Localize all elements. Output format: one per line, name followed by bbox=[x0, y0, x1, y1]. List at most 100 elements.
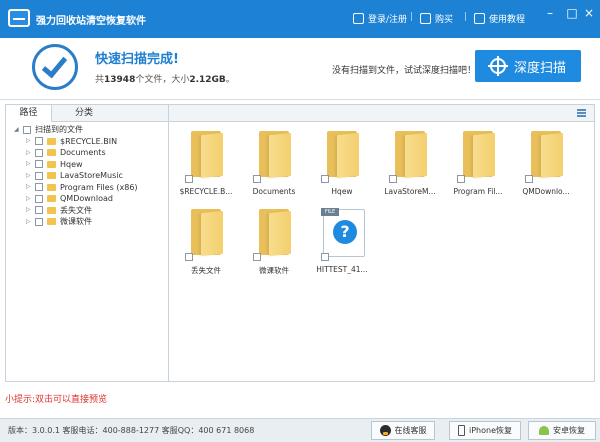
deep-scan-button[interactable]: 深度扫描 bbox=[475, 50, 581, 82]
expand-icon[interactable]: ▷ bbox=[26, 149, 32, 156]
file-label: Program Fil... bbox=[453, 187, 503, 196]
tab-path[interactable]: 路径 bbox=[6, 105, 52, 122]
folder-icon bbox=[191, 209, 225, 257]
tree-item[interactable]: ▷ 微课软件 bbox=[6, 216, 168, 228]
maximize-button[interactable]: □ bbox=[565, 6, 579, 20]
tree-checkbox[interactable] bbox=[35, 183, 43, 192]
file-label: LavaStoreM... bbox=[384, 187, 436, 196]
close-button[interactable]: × bbox=[582, 6, 596, 20]
folder-icon bbox=[47, 206, 56, 214]
file-label: 微课软件 bbox=[259, 266, 289, 275]
minimize-button[interactable]: – bbox=[543, 6, 557, 20]
tree-checkbox[interactable] bbox=[35, 217, 43, 226]
login-register-label: 登录/注册 bbox=[368, 15, 408, 25]
folder-icon bbox=[47, 172, 56, 180]
file-label: 丢失文件 bbox=[191, 266, 221, 275]
file-checkbox[interactable] bbox=[389, 175, 397, 183]
deep-scan-hint: 没有扫描到文件，试试深度扫描吧！ bbox=[332, 66, 477, 76]
collapse-icon[interactable]: ◢ bbox=[14, 126, 20, 133]
tree-checkbox[interactable] bbox=[35, 206, 43, 215]
tree-item[interactable]: ▷ Documents bbox=[6, 147, 168, 159]
file-checkbox[interactable] bbox=[321, 175, 329, 183]
file-item[interactable]: $RECYCLE.B... bbox=[175, 131, 235, 203]
file-item[interactable]: LavaStoreM... bbox=[379, 131, 439, 203]
deep-scan-label: 深度扫描 bbox=[513, 60, 566, 76]
file-item[interactable]: QMDownlo... bbox=[515, 131, 575, 203]
tree-item-label: $RECYCLE.BIN bbox=[60, 136, 118, 146]
tree-item[interactable]: ▷ 丢失文件 bbox=[6, 205, 168, 217]
expand-icon[interactable]: ▷ bbox=[26, 184, 32, 190]
view-menu-icon[interactable] bbox=[577, 109, 586, 117]
folder-icon bbox=[259, 209, 293, 257]
login-register-link[interactable]: 登录/注册 bbox=[353, 12, 407, 25]
tree-checkbox[interactable] bbox=[35, 160, 43, 169]
expand-icon[interactable]: ▷ bbox=[26, 138, 32, 144]
cart-icon bbox=[420, 13, 431, 24]
online-service-button[interactable]: 在线客服 bbox=[371, 421, 435, 440]
tree-item[interactable]: ▷ Program Files (x86) bbox=[6, 182, 168, 194]
file-checkbox[interactable] bbox=[185, 175, 193, 183]
left-tabs: 路径 分类 bbox=[6, 105, 168, 122]
tree-item[interactable]: ▷ LavaStoreMusic bbox=[6, 170, 168, 182]
tree-checkbox[interactable] bbox=[35, 171, 43, 180]
file-item[interactable]: 微课软件 bbox=[243, 209, 303, 281]
file-item[interactable]: Hqew bbox=[311, 131, 371, 203]
expand-icon[interactable]: ▷ bbox=[26, 161, 32, 167]
file-count: 13948 bbox=[104, 75, 136, 85]
tab-category[interactable]: 分类 bbox=[61, 105, 107, 122]
expand-icon[interactable]: ▷ bbox=[26, 172, 32, 179]
buy-label: 购买 bbox=[435, 15, 454, 25]
file-checkbox[interactable] bbox=[525, 175, 533, 183]
tree-checkbox[interactable] bbox=[23, 125, 31, 134]
file-item[interactable]: 丢失文件 bbox=[175, 209, 235, 281]
online-service-label: 在线客服 bbox=[394, 426, 427, 435]
iphone-recovery-button[interactable]: iPhone恢复 bbox=[449, 421, 521, 440]
tree-item-label: QMDownload bbox=[60, 194, 113, 204]
tree-item[interactable]: ▷ QMDownload bbox=[6, 193, 168, 205]
app-title: 强力回收站清空恢复软件 bbox=[36, 16, 146, 27]
folder-icon bbox=[47, 149, 56, 157]
file-type-tag: FILE bbox=[321, 208, 339, 216]
tree-checkbox[interactable] bbox=[35, 148, 43, 157]
folder-icon bbox=[47, 195, 56, 203]
android-recovery-button[interactable]: 安卓恢复 bbox=[528, 421, 596, 440]
tree-item-label: Program Files (x86) bbox=[60, 182, 138, 192]
tree-item[interactable]: ▷ Hqew bbox=[6, 159, 168, 171]
expand-icon[interactable]: ▷ bbox=[26, 218, 32, 225]
file-checkbox[interactable] bbox=[253, 175, 261, 183]
version-contact-text: 版本：3.0.0.1 客服电话：400-888-1277 客服QQ：400 67… bbox=[8, 426, 255, 435]
tree-item-label: 微课软件 bbox=[60, 217, 92, 227]
tree-item[interactable]: ▷ $RECYCLE.BIN bbox=[6, 136, 168, 148]
file-checkbox[interactable] bbox=[253, 253, 261, 261]
file-checkbox[interactable] bbox=[321, 253, 329, 261]
file-item[interactable]: FILE ? HITTEST_41... bbox=[311, 208, 371, 281]
folder-icon bbox=[191, 131, 225, 179]
phone-icon bbox=[457, 425, 465, 436]
tree-root[interactable]: ◢ 扫描到的文件 bbox=[6, 124, 168, 136]
folder-icon bbox=[47, 183, 56, 191]
titlebar-separator: | bbox=[410, 12, 414, 22]
title-bar: 强力回收站清空恢复软件 登录/注册 | 购买 | 使用教程 – □ × bbox=[0, 0, 600, 38]
buy-link[interactable]: 购买 bbox=[420, 12, 453, 25]
file-checkbox[interactable] bbox=[457, 175, 465, 183]
folder-icon bbox=[327, 131, 361, 179]
tutorial-link[interactable]: 使用教程 bbox=[474, 12, 525, 25]
file-checkbox[interactable] bbox=[185, 253, 193, 261]
preview-hint: 小提示:双击可以直接预览 bbox=[5, 395, 108, 405]
expand-icon[interactable]: ▷ bbox=[26, 195, 32, 202]
file-item[interactable]: Documents bbox=[243, 131, 303, 203]
tutorial-label: 使用教程 bbox=[489, 15, 526, 25]
file-label: $RECYCLE.B... bbox=[179, 187, 233, 196]
file-grid-header bbox=[169, 105, 594, 122]
folder-icon bbox=[531, 131, 565, 179]
question-mark-icon: ? bbox=[333, 220, 357, 244]
unknown-file-icon: FILE ? bbox=[321, 208, 365, 257]
expand-icon[interactable]: ▷ bbox=[26, 207, 32, 213]
tree-checkbox[interactable] bbox=[35, 137, 43, 146]
tree-checkbox[interactable] bbox=[35, 194, 43, 203]
tree-root-label: 扫描到的文件 bbox=[35, 125, 83, 135]
file-label: HITTEST_41... bbox=[316, 265, 368, 274]
tree-item-label: 丢失文件 bbox=[60, 205, 92, 215]
crosshair-icon bbox=[487, 56, 508, 76]
file-item[interactable]: Program Fil... bbox=[447, 131, 507, 203]
